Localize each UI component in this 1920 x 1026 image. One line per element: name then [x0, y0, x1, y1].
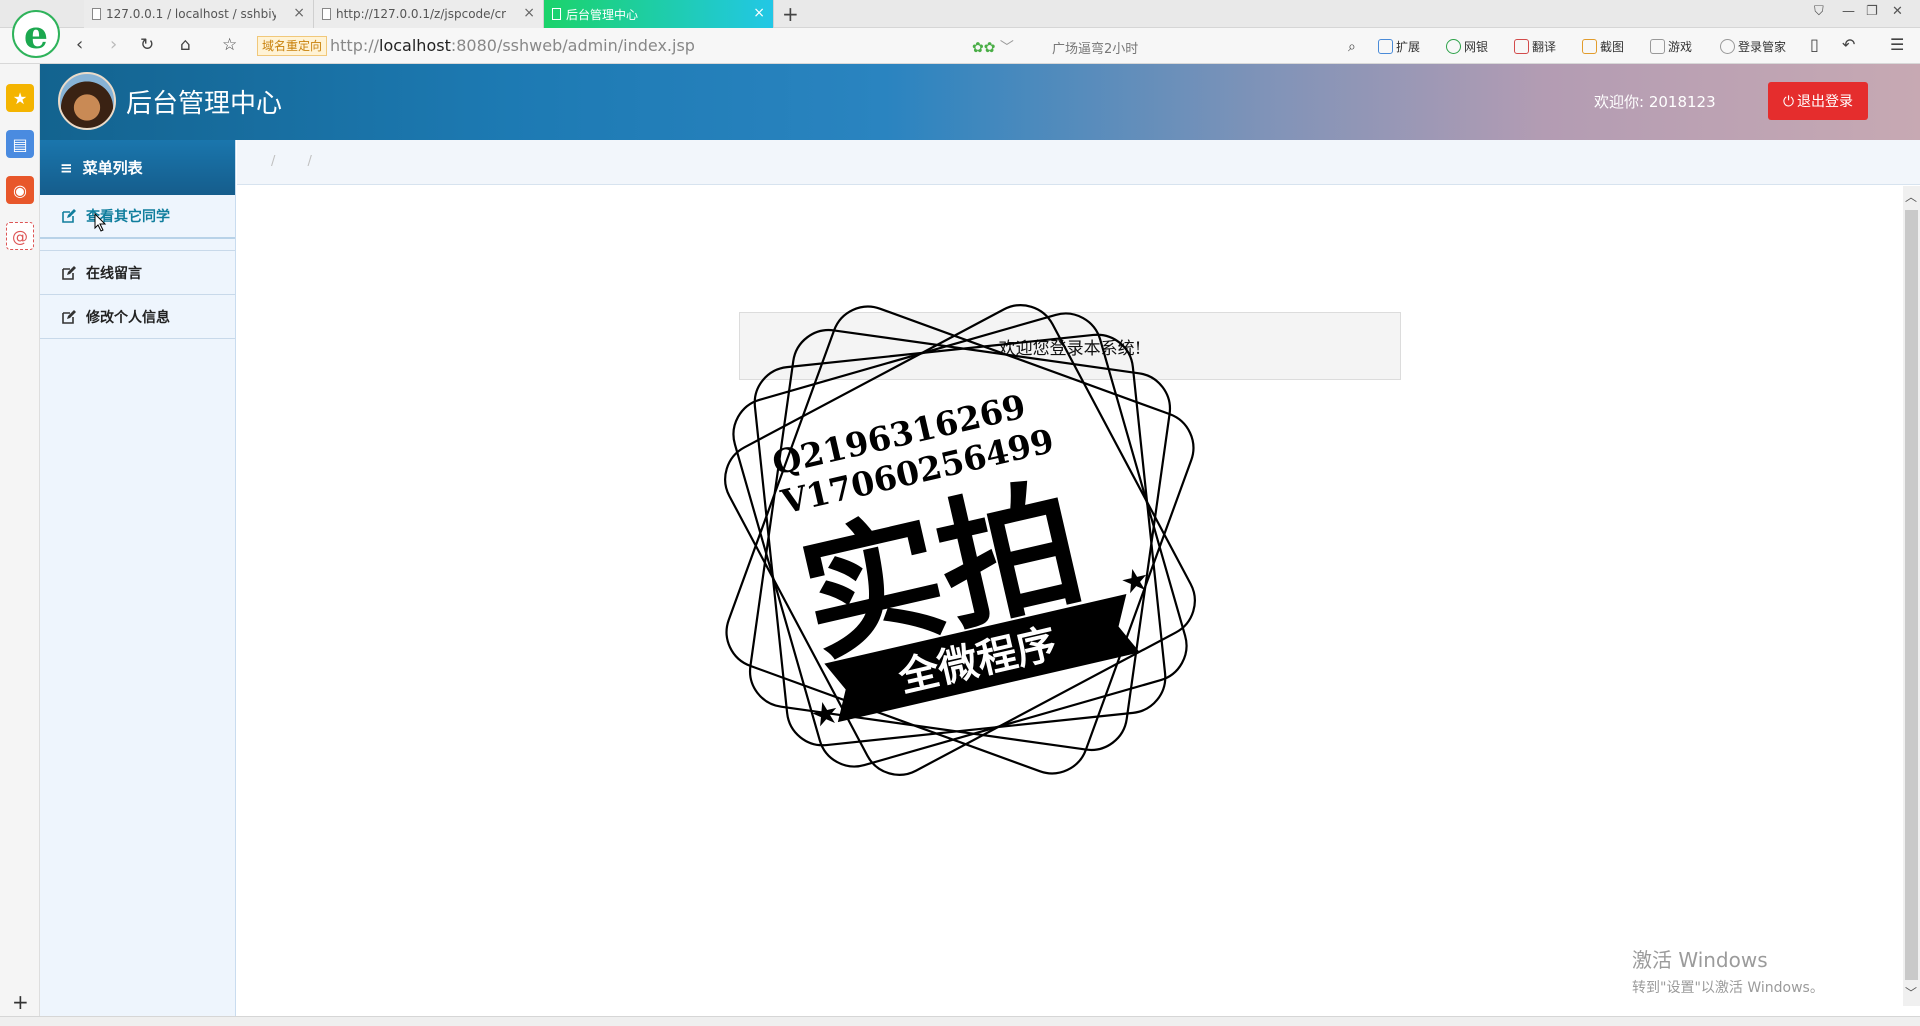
search-input[interactable]: 广场逼弯2小时: [1052, 38, 1138, 57]
url-prefix: http://: [330, 36, 380, 55]
close-icon[interactable]: ×: [753, 5, 765, 21]
add-icon[interactable]: +: [12, 990, 29, 1014]
menu-divider: [40, 239, 235, 251]
favorite-star-icon[interactable]: ☆: [222, 35, 237, 55]
edit-icon: [62, 265, 76, 280]
address-bar[interactable]: http://localhost:8080/sshweb/admin/index…: [330, 36, 695, 56]
extensions-label: 扩展: [1396, 40, 1421, 54]
browser-tab-1[interactable]: 127.0.0.1 / localhost / sshbiye ×: [84, 0, 314, 28]
tab-label: 后台管理中心: [566, 7, 639, 22]
browser-status-bar: [0, 1016, 1920, 1026]
welcome-user-text: 欢迎你: 2018123: [1594, 93, 1716, 111]
back-icon[interactable]: ‹: [76, 35, 83, 55]
new-tab-icon[interactable]: +: [782, 2, 799, 26]
edit-icon: [62, 209, 76, 223]
avatar: [58, 72, 116, 130]
extensions-button[interactable]: 扩展: [1378, 38, 1420, 55]
sidebar-item-view-classmates[interactable]: 查看其它同学: [40, 195, 235, 239]
forward-icon[interactable]: ›: [110, 35, 117, 55]
browser-nav-bar: ‹ › ↻ ⌂ ☆ 域名重定向 http://localhost:8080/ss…: [0, 28, 1920, 64]
app-title: 后台管理中心: [126, 89, 283, 119]
undo-icon[interactable]: ↶: [1842, 35, 1855, 55]
browser-side-strip: ★ ▤ ◉ @: [0, 64, 40, 1026]
translate-label: 翻译: [1532, 40, 1557, 54]
login-manager-label: 登录管家: [1738, 40, 1787, 54]
banking-label: 网银: [1464, 40, 1489, 54]
tab-label: http://127.0.0.1/z/jspcode/cre: [336, 7, 506, 21]
screenshot-label: 截图: [1600, 40, 1625, 54]
menu-title: 菜单列表: [82, 159, 143, 177]
scroll-up-icon[interactable]: ︿: [1905, 188, 1917, 205]
screenshot-button[interactable]: 截图: [1582, 38, 1624, 55]
close-icon[interactable]: ×: [293, 5, 305, 21]
document-icon: [552, 8, 561, 20]
url-path: :8080/sshweb/admin/index.jsp: [450, 36, 695, 55]
url-host: localhost: [379, 36, 451, 55]
power-icon: ⏻: [1782, 92, 1795, 109]
document-icon: [322, 8, 331, 20]
scroll-down-icon[interactable]: ﹀: [1905, 984, 1917, 1001]
activation-title: 激活 Windows: [1632, 948, 1768, 972]
skin-icon[interactable]: ⛉: [1814, 4, 1824, 19]
browser-tab-bar: 127.0.0.1 / localhost / sshbiye × http:/…: [0, 0, 1920, 28]
mail-icon[interactable]: @: [6, 222, 34, 250]
translate-icon: [1514, 39, 1529, 54]
sidebar-item-edit-profile[interactable]: 修改个人信息: [40, 295, 235, 339]
scrollbar-thumb[interactable]: [1905, 210, 1918, 980]
browser-tab-active[interactable]: 后台管理中心 ×: [544, 0, 774, 28]
reading-list-icon[interactable]: ▤: [6, 130, 34, 158]
breadcrumb: / /: [237, 140, 1920, 185]
sidebar-item-label: 在线留言: [86, 265, 142, 282]
banking-icon: [1446, 39, 1461, 54]
screenshot-icon: [1582, 39, 1597, 54]
minimize-icon[interactable]: —: [1842, 4, 1855, 19]
tab-label: 127.0.0.1 / localhost / sshbiye: [106, 7, 276, 21]
games-label: 游戏: [1668, 40, 1693, 54]
reading-mode-icon[interactable]: ▯: [1810, 35, 1819, 55]
document-icon: [92, 8, 101, 20]
stamp-watermark: Q2196316269 V17060256499 实拍 全微程序 ★ ★: [724, 304, 1196, 776]
browser-logo-icon: e: [12, 10, 60, 58]
menu-icon[interactable]: ☰: [1890, 35, 1904, 55]
home-icon[interactable]: ⌂: [180, 35, 191, 55]
restore-icon[interactable]: ❐: [1866, 4, 1878, 19]
favorites-star-icon[interactable]: ★: [6, 84, 34, 112]
edit-icon: [62, 309, 76, 324]
banking-button[interactable]: 网银: [1446, 38, 1488, 55]
close-window-icon[interactable]: ✕: [1892, 4, 1903, 19]
vertical-scrollbar[interactable]: ︿ ﹀: [1903, 186, 1920, 1006]
mouse-pointer-icon: [94, 213, 107, 232]
weibo-icon[interactable]: ◉: [6, 176, 34, 204]
sidebar: ≡ 菜单列表 查看其它同学 在线留言 修改个人信息: [40, 140, 236, 1026]
sidebar-item-online-message[interactable]: 在线留言: [40, 251, 235, 295]
logout-button[interactable]: ⏻ 退出登录: [1768, 82, 1868, 120]
list-icon: ≡: [60, 158, 73, 177]
app-header: 后台管理中心 欢迎你: 2018123 ⏻ 退出登录: [40, 64, 1920, 140]
games-icon: [1650, 39, 1665, 54]
close-icon[interactable]: ×: [523, 5, 535, 21]
browser-tab-2[interactable]: http://127.0.0.1/z/jspcode/cre ×: [314, 0, 544, 28]
windows-activation-watermark: 激活 Windows 转到"设置"以激活 Windows。: [1632, 944, 1824, 997]
translate-button[interactable]: 翻译: [1514, 38, 1556, 55]
key-icon: [1720, 39, 1735, 54]
menu-header: ≡ 菜单列表: [40, 140, 235, 195]
games-button[interactable]: 游戏: [1650, 38, 1692, 55]
security-icon[interactable]: ✿✿ ﹀: [972, 37, 1014, 57]
logout-label: 退出登录: [1797, 93, 1854, 109]
activation-hint: 转到"设置"以激活 Windows。: [1632, 980, 1824, 996]
login-manager-button[interactable]: 登录管家: [1720, 38, 1786, 55]
reload-icon[interactable]: ↻: [140, 35, 154, 55]
redirect-badge: 域名重定向: [257, 36, 328, 56]
search-icon[interactable]: ⌕: [1348, 37, 1356, 57]
browser-logo-letter: e: [23, 11, 49, 57]
sidebar-item-label: 修改个人信息: [86, 309, 170, 326]
extensions-icon: [1378, 39, 1393, 54]
